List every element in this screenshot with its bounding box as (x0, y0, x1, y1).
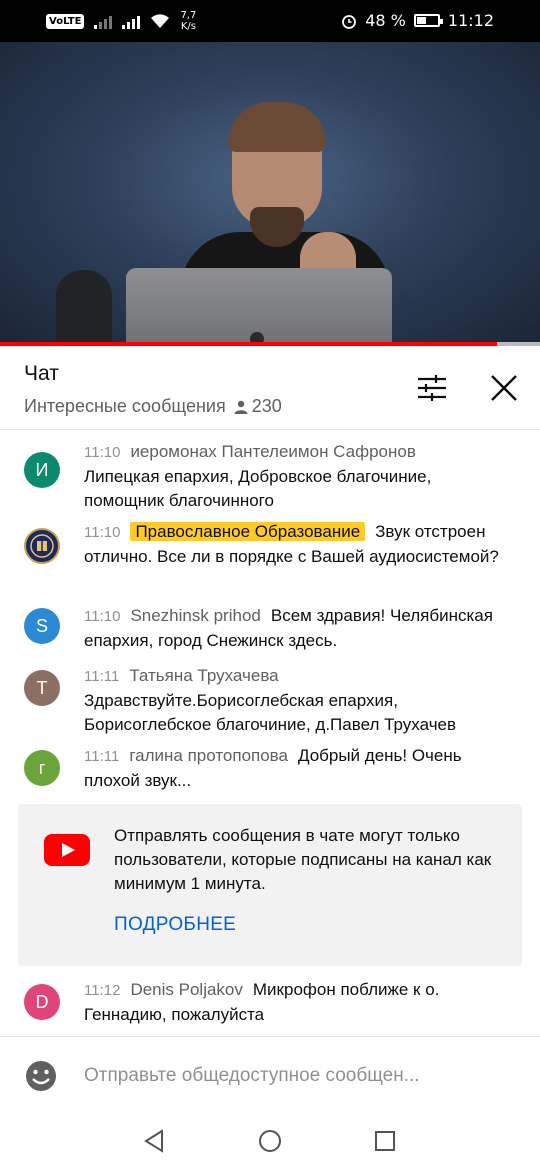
battery-percent: 48 % (365, 11, 406, 30)
person-icon (234, 400, 248, 414)
message-time: 11:10 (84, 608, 121, 625)
message-time: 11:11 (84, 668, 120, 685)
video-player[interactable] (0, 42, 540, 346)
avatar[interactable] (24, 528, 60, 564)
viewer-count: 230 (234, 396, 282, 417)
chat-header: Чат Интересные сообщения 230 (0, 346, 540, 430)
system-nav-bar (0, 1112, 540, 1170)
chat-message[interactable]: г 11:11 галина протопопова Добрый день! Оч… (0, 746, 540, 802)
avatar-letter: И (35, 459, 49, 480)
tune-icon[interactable] (416, 374, 448, 402)
message-text: Липецкая епархия, Добровское благочиние,… (84, 467, 432, 510)
network-speed-unit: K/s (180, 21, 196, 32)
avatar[interactable]: г (24, 750, 60, 786)
chat-title: Чат (24, 362, 59, 385)
message-text: Здравствуйте.Борисоглебская епархия, Бор… (84, 691, 457, 734)
chat-message[interactable]: S 11:10 Snezhinsk prihod Всем здравия! Чел… (0, 600, 540, 662)
volte-icon: VoLTE (46, 13, 85, 29)
message-time: 11:12 (84, 982, 121, 999)
message-author-badge[interactable]: Православное Образование (130, 522, 366, 541)
message-time: 11:10 (84, 444, 121, 461)
chat-message-input[interactable] (84, 1061, 464, 1091)
microphone-image (56, 270, 112, 346)
notice-text: Отправлять сообщения в чате могут только… (114, 826, 492, 893)
chat-message[interactable]: И 11:10 иеромонах Пантелеимон Сафронов Ли… (0, 440, 540, 518)
chat-message[interactable]: Т 11:11 Татьяна Трухачева Здравствуйте.Бо… (0, 664, 540, 734)
channel-logo-icon (30, 534, 54, 558)
message-author[interactable]: Denis Poljakov (130, 980, 242, 999)
viewer-count-value: 230 (251, 396, 282, 416)
message-time: 11:11 (84, 748, 120, 765)
presenter-hair (228, 102, 326, 152)
home-icon[interactable] (255, 1126, 285, 1156)
avatar[interactable]: D (24, 984, 60, 1020)
learn-more-link[interactable]: ПОДРОБНЕЕ (114, 914, 236, 936)
signal-icon (122, 13, 141, 29)
close-icon[interactable] (488, 372, 520, 404)
message-author[interactable]: Татьяна Трухачева (129, 666, 278, 685)
message-body: 11:11 галина протопопова Добрый день! Очен… (84, 744, 514, 793)
message-body: 11:10 Православное Образование Звук отстро… (84, 520, 514, 569)
chat-messages[interactable]: И 11:10 иеромонах Пантелеимон Сафронов Ли… (0, 430, 540, 1036)
alarm-icon (342, 14, 357, 29)
signal-icon (94, 13, 113, 29)
chat-mode-selector[interactable]: Интересные сообщения 230 (24, 396, 282, 417)
back-icon[interactable] (140, 1126, 170, 1156)
avatar[interactable]: И (24, 452, 60, 488)
message-author[interactable]: иеромонах Пантелеимон Сафронов (130, 442, 415, 461)
clock: 11:12 (447, 11, 494, 30)
avatar-letter: Т (36, 677, 48, 698)
network-speed: 7,7 K/s (180, 10, 196, 32)
battery-icon (413, 14, 443, 27)
emoji-icon[interactable] (24, 1059, 58, 1093)
message-body: 11:12 Denis Poljakov Микрофон поближе к о.… (84, 978, 514, 1027)
avatar[interactable]: S (24, 608, 60, 644)
status-bar: VoLTE 7,7 K/s 48 % 11:12 (0, 0, 540, 42)
subscriber-notice: Отправлять сообщения в чате могут только… (18, 804, 522, 966)
network-speed-value: 7,7 (180, 10, 197, 21)
message-body: 11:10 иеромонах Пантелеимон Сафронов Липе… (84, 440, 514, 513)
avatar-letter: S (35, 615, 48, 636)
chat-message[interactable]: D 11:12 Denis Poljakov Микрофон поближе к … (0, 978, 540, 1034)
message-author[interactable]: галина протопопова (129, 746, 288, 765)
chat-mode-label: Интересные сообщения (24, 396, 226, 416)
message-author[interactable]: Snezhinsk prihod (130, 606, 260, 625)
message-time: 11:10 (84, 524, 121, 541)
chat-message[interactable]: 11:10 Православное Образование Звук отстро… (0, 516, 540, 598)
avatar-letter: D (35, 991, 49, 1012)
recent-apps-icon[interactable] (370, 1126, 400, 1156)
message-body: 11:10 Snezhinsk prihod Всем здравия! Челяб… (84, 604, 514, 653)
wifi-icon (151, 14, 170, 28)
avatar[interactable]: Т (24, 670, 60, 706)
youtube-icon (44, 834, 90, 866)
message-body: 11:11 Татьяна Трухачева Здравствуйте.Бори… (84, 664, 514, 737)
chat-input-bar (0, 1036, 540, 1112)
avatar-letter: г (38, 757, 46, 778)
